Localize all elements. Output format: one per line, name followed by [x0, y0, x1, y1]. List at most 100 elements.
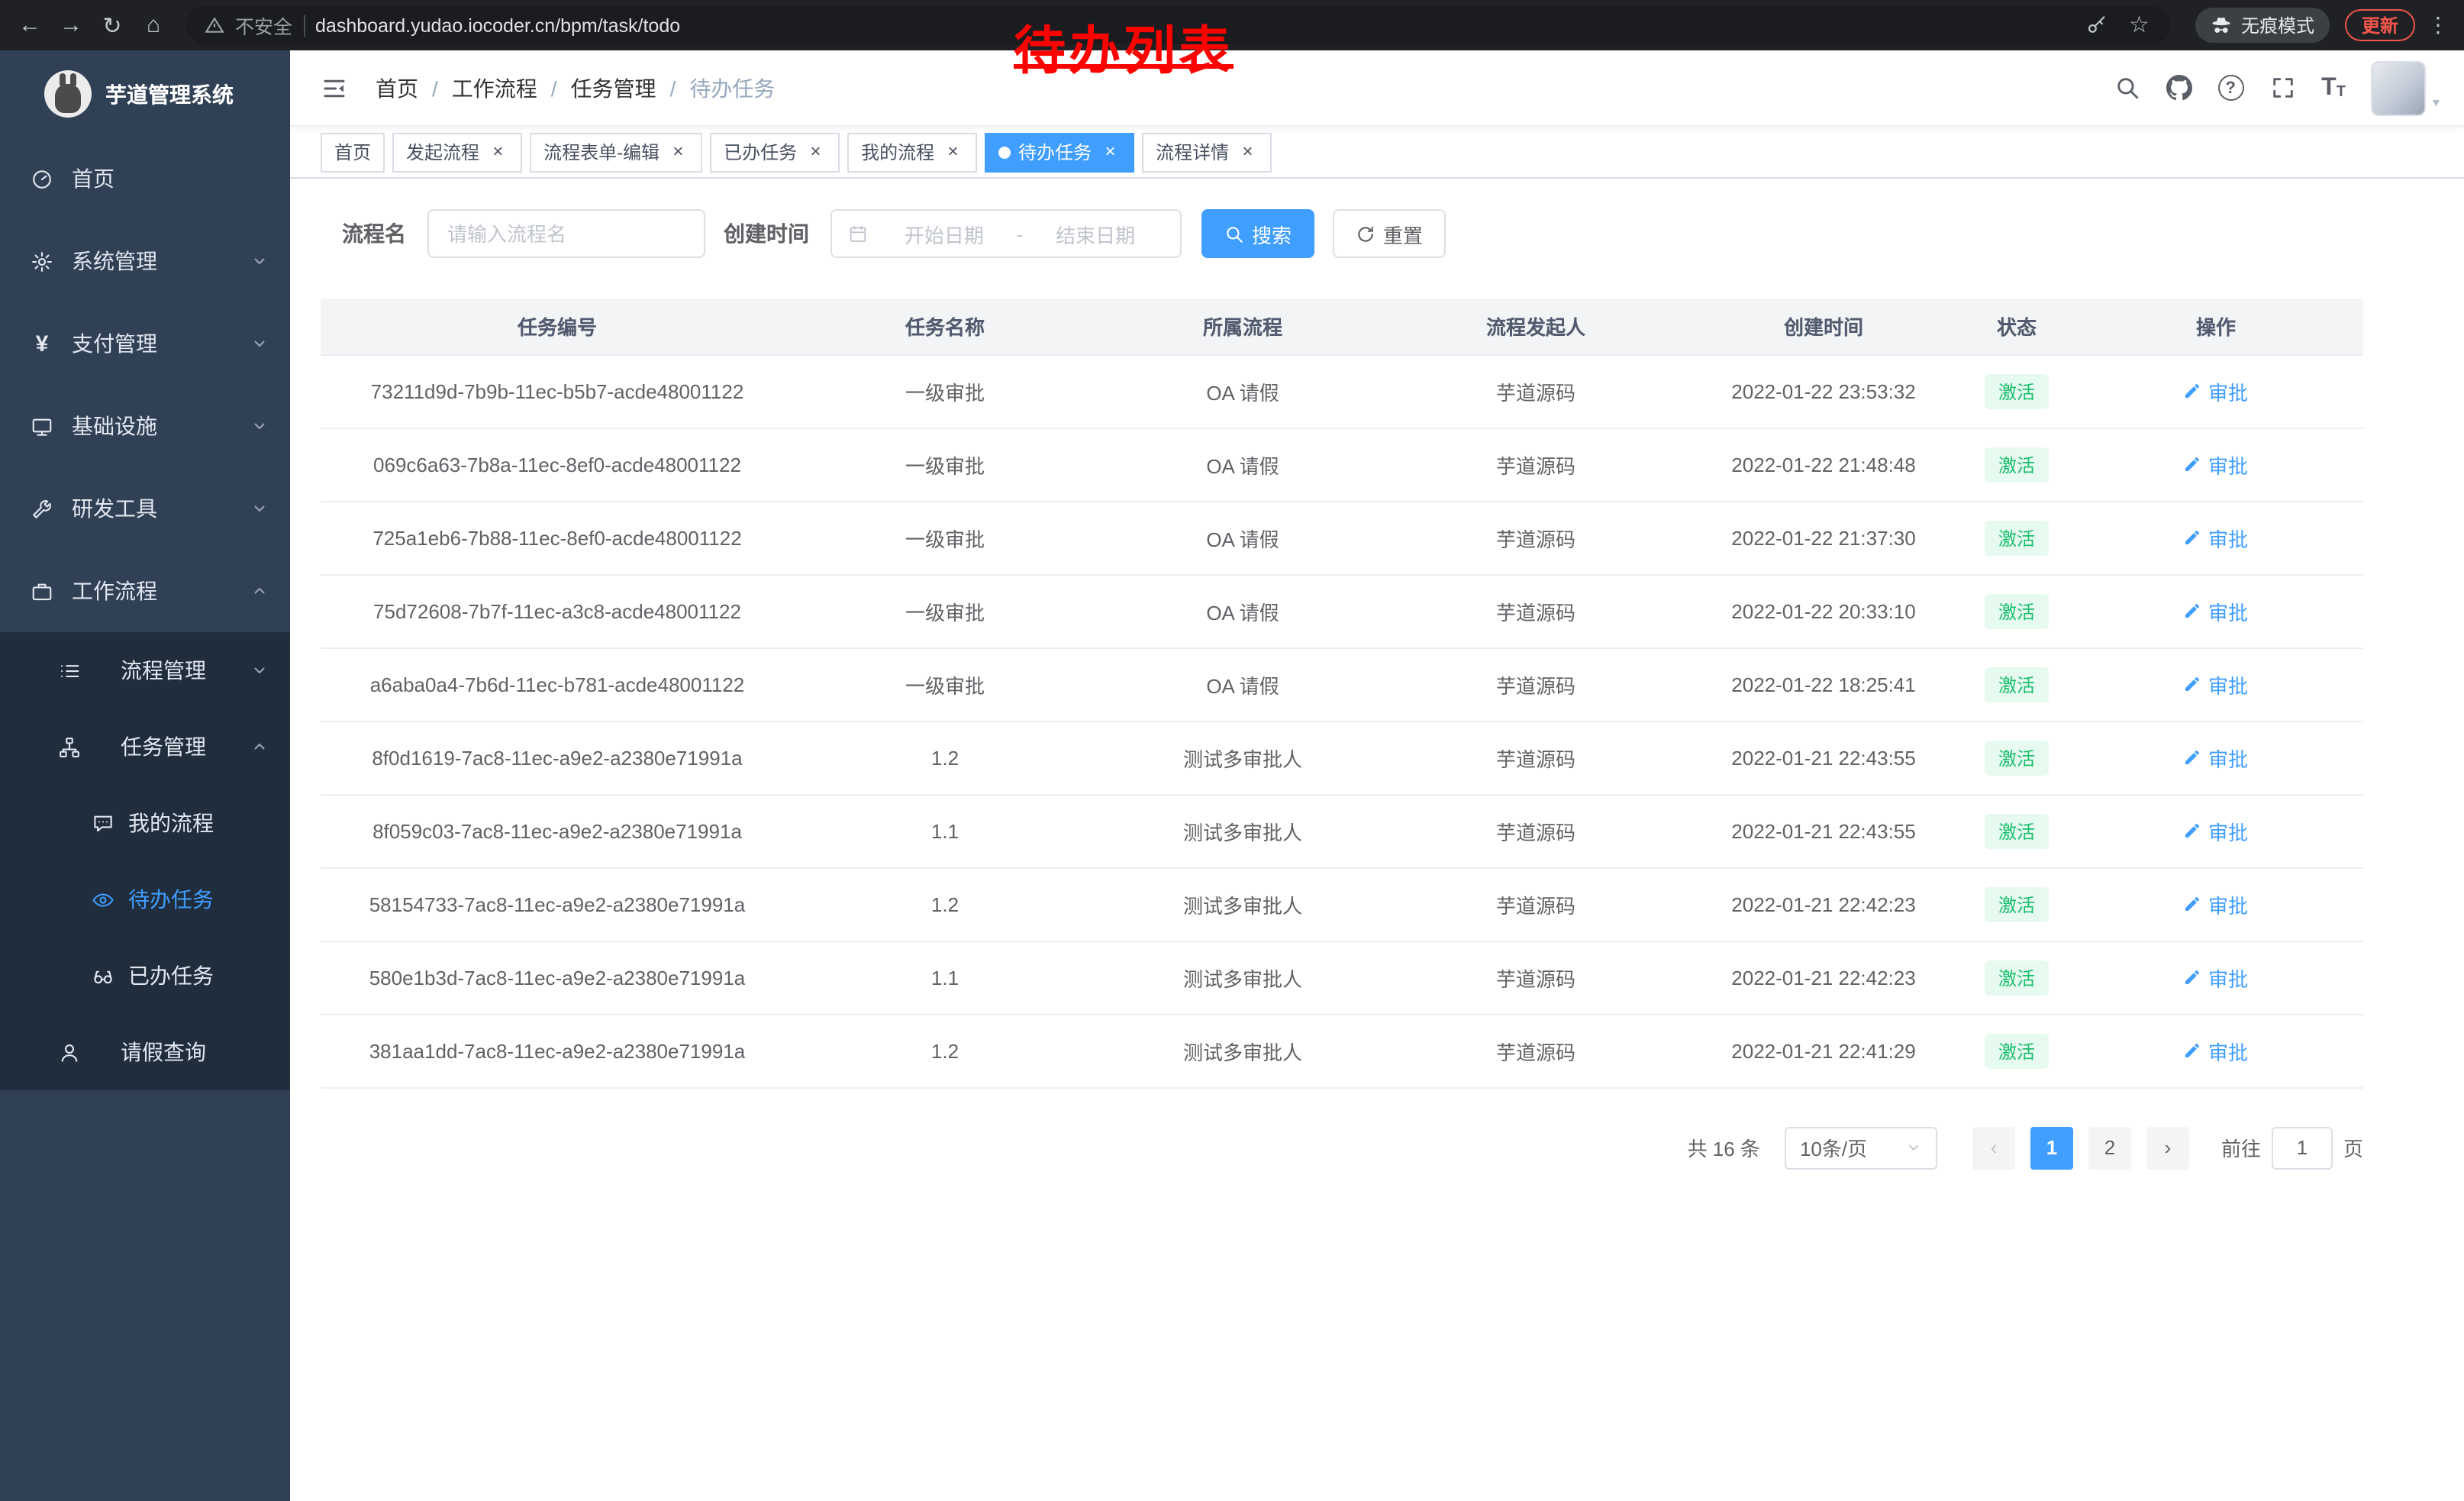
approve-link[interactable]: 审批 — [2184, 1036, 2248, 1065]
tab-close-icon[interactable]: × — [1237, 141, 1258, 163]
password-key-icon[interactable] — [2085, 14, 2108, 37]
start-date-placeholder: 开始日期 — [875, 219, 1014, 248]
sidebar-item-process-management[interactable]: 流程管理 — [0, 632, 290, 709]
fullscreen-icon[interactable] — [2269, 75, 2295, 101]
sidebar-item-leave-query[interactable]: 请假查询 — [0, 1014, 290, 1090]
tab-close-icon[interactable]: × — [805, 141, 826, 163]
cell-status: 激活 — [1965, 354, 2069, 428]
tab-close-icon[interactable]: × — [667, 141, 689, 163]
sidebar-item-home[interactable]: 首页 — [0, 137, 290, 220]
tab[interactable]: 已办任务 × — [710, 132, 840, 172]
page-size-select[interactable]: 10条/页 — [1785, 1126, 1937, 1169]
eye-icon — [92, 888, 114, 911]
sidebar-toggle-icon[interactable] — [314, 68, 354, 108]
search-button[interactable]: 搜索 — [1201, 209, 1314, 258]
tab-close-icon[interactable]: × — [1099, 141, 1121, 163]
browser-home-icon[interactable]: ⌂ — [133, 5, 174, 46]
sidebar-item-workflow[interactable]: 工作流程 — [0, 550, 290, 632]
refresh-icon — [1356, 224, 1376, 244]
dashboard-icon — [31, 167, 53, 190]
tab[interactable]: 流程表单-编辑 × — [530, 132, 702, 172]
sidebar-item-done-tasks[interactable]: 已办任务 — [0, 938, 290, 1014]
table-row: 58154733-7ac8-11ec-a9e2-a2380e71991a 1.2… — [321, 867, 2363, 941]
status-badge: 激活 — [1985, 447, 2049, 482]
browser-menu-icon[interactable]: ⋮ — [2427, 12, 2449, 38]
approve-link[interactable]: 审批 — [2184, 450, 2248, 479]
browser-forward-icon[interactable]: → — [50, 5, 92, 46]
chevron-down-icon — [250, 417, 269, 435]
chevron-down-icon — [250, 499, 269, 518]
sidebar-item-task-management[interactable]: 任务管理 — [0, 709, 290, 785]
cell-initiator: 芋道源码 — [1389, 721, 1682, 794]
page-button[interactable]: 1 — [2030, 1126, 2073, 1169]
browser-reload-icon[interactable]: ↻ — [92, 5, 133, 46]
approve-link[interactable]: 审批 — [2184, 670, 2248, 699]
gear-icon — [31, 250, 53, 273]
cell-actions: 审批 — [2069, 574, 2363, 647]
sidebar-item-payment[interactable]: ¥ 支付管理 — [0, 302, 290, 385]
sidebar-item-dev-tools[interactable]: 研发工具 — [0, 467, 290, 550]
cell-initiator: 芋道源码 — [1389, 867, 1682, 941]
approve-link[interactable]: 审批 — [2184, 743, 2248, 772]
app-title: 芋道管理系统 — [105, 79, 234, 109]
sidebar-item-infrastructure[interactable]: 基础设施 — [0, 385, 290, 467]
table-row: a6aba0a4-7b6d-11ec-b781-acde48001122 一级审… — [321, 647, 2363, 721]
bookmark-star-icon[interactable]: ☆ — [2129, 14, 2150, 37]
cell-created-time: 2022-01-22 20:33:10 — [1682, 574, 1965, 647]
approve-link[interactable]: 审批 — [2184, 889, 2248, 918]
column-header-created: 创建时间 — [1682, 299, 1965, 354]
browser-address-bar[interactable]: 不安全 dashboard.yudao.iocoder.cn/bpm/task/… — [186, 6, 2171, 44]
approve-link[interactable]: 审批 — [2184, 376, 2248, 405]
table-header-row: 任务编号 任务名称 所属流程 流程发起人 创建时间 状态 操作 — [321, 299, 2363, 354]
tab[interactable]: 流程详情 × — [1142, 132, 1272, 172]
app-logo[interactable]: 芋道管理系统 — [0, 50, 290, 137]
process-name-input[interactable] — [427, 209, 705, 258]
cell-created-time: 2022-01-21 22:43:55 — [1682, 794, 1965, 867]
prev-page-button[interactable]: ‹ — [1972, 1126, 2015, 1169]
sidebar-item-my-processes[interactable]: 我的流程 — [0, 785, 290, 861]
date-range-picker[interactable]: 开始日期 - 结束日期 — [830, 209, 1182, 258]
breadcrumb-home[interactable]: 首页 — [376, 73, 418, 103]
cell-created-time: 2022-01-22 18:25:41 — [1682, 647, 1965, 721]
tab[interactable]: 首页 — [321, 132, 385, 172]
top-navbar: 首页 / 工作流程 / 任务管理 / 待办任务 ? — [290, 50, 2464, 127]
page-button[interactable]: 2 — [2088, 1126, 2131, 1169]
tab-close-icon[interactable]: × — [487, 141, 508, 163]
approve-link[interactable]: 审批 — [2184, 523, 2248, 552]
cell-actions: 审批 — [2069, 428, 2363, 501]
reset-button[interactable]: 重置 — [1333, 209, 1446, 258]
browser-update-button[interactable]: 更新 — [2345, 9, 2415, 41]
chevron-up-icon — [250, 738, 269, 756]
approve-link[interactable]: 审批 — [2184, 963, 2248, 992]
approve-link[interactable]: 审批 — [2184, 816, 2248, 845]
sidebar-item-todo-tasks[interactable]: 待办任务 — [0, 861, 290, 938]
next-page-button[interactable]: › — [2146, 1126, 2189, 1169]
github-icon[interactable] — [2166, 75, 2191, 101]
breadcrumb-workflow[interactable]: 工作流程 — [452, 73, 537, 103]
user-menu[interactable]: ▾ — [2372, 60, 2440, 115]
process-name-label: 流程名 — [342, 218, 406, 249]
table-row: 8f0d1619-7ac8-11ec-a9e2-a2380e71991a 1.2… — [321, 721, 2363, 794]
help-icon[interactable]: ? — [2217, 75, 2243, 101]
cell-actions: 审批 — [2069, 1014, 2363, 1087]
table-row: 069c6a63-7b8a-11ec-8ef0-acde48001122 一级审… — [321, 428, 2363, 501]
tab-close-icon[interactable]: × — [942, 141, 963, 163]
cell-process: 测试多审批人 — [1096, 794, 1389, 867]
goto-page-input[interactable] — [2272, 1126, 2333, 1169]
tab[interactable]: 待办任务 × — [985, 132, 1134, 172]
tab[interactable]: 发起流程 × — [392, 132, 522, 172]
user-avatar[interactable] — [2372, 60, 2427, 115]
font-size-icon[interactable]: TT — [2321, 76, 2346, 100]
browser-back-icon[interactable]: ← — [9, 5, 50, 46]
edit-icon — [2184, 748, 2202, 767]
cell-created-time: 2022-01-22 21:37:30 — [1682, 501, 1965, 574]
cell-actions: 审批 — [2069, 501, 2363, 574]
sidebar-item-system[interactable]: 系统管理 — [0, 220, 290, 302]
breadcrumb-task-management[interactable]: 任务管理 — [571, 73, 656, 103]
total-count: 共 16 条 — [1688, 1133, 1760, 1162]
monitor-icon — [31, 415, 53, 437]
tab[interactable]: 我的流程 × — [847, 132, 977, 172]
search-icon[interactable] — [2114, 75, 2140, 101]
sidebar-item-label: 系统管理 — [72, 246, 157, 276]
approve-link[interactable]: 审批 — [2184, 596, 2248, 625]
